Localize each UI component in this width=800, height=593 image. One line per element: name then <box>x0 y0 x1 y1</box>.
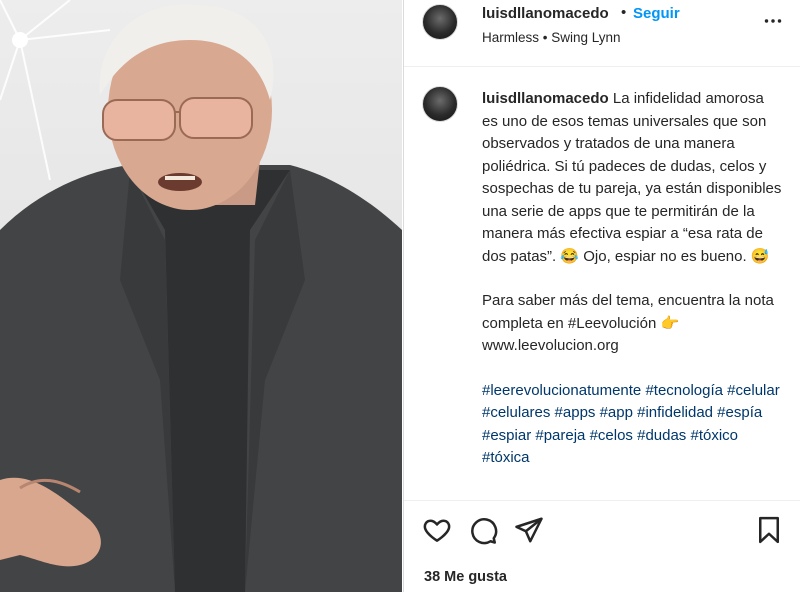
caption-paragraph-2: Para saber más del tema, encuentra la no… <box>482 292 774 354</box>
share-icon[interactable] <box>514 515 544 545</box>
author-username[interactable]: luisdllanomacedo <box>482 5 609 22</box>
caption-avatar[interactable] <box>422 86 458 122</box>
caption-username[interactable]: luisdllanomacedo <box>482 90 609 107</box>
likes-count[interactable]: 38 Me gusta <box>424 569 507 585</box>
post-header: luisdllanomacedo • Seguir Harmless • Swi… <box>404 0 800 67</box>
presenter-image <box>0 0 402 592</box>
caption-paragraph-1: luisdllanomacedo La infidelidad amorosa … <box>482 88 782 268</box>
comment-icon[interactable] <box>468 515 498 545</box>
follow-button[interactable]: Seguir <box>633 5 680 22</box>
post-panel: luisdllanomacedo • Seguir Harmless • Swi… <box>403 0 800 593</box>
caption-text-1: La infidelidad amorosa es uno de esos te… <box>482 90 782 265</box>
heart-icon[interactable] <box>422 515 452 545</box>
bookmark-icon[interactable] <box>754 515 784 545</box>
audio-track[interactable]: Harmless • Swing Lynn <box>482 30 621 45</box>
more-options-icon[interactable] <box>760 8 786 34</box>
caption-hashtags[interactable]: #leerevolucionatumente #tecnología #celu… <box>482 380 782 470</box>
separator-dot: • <box>621 4 627 21</box>
post-actions: 38 Me gusta <box>404 500 800 593</box>
post-media[interactable] <box>0 0 402 592</box>
author-avatar[interactable] <box>422 4 458 40</box>
post-caption: luisdllanomacedo La infidelidad amorosa … <box>482 88 782 470</box>
